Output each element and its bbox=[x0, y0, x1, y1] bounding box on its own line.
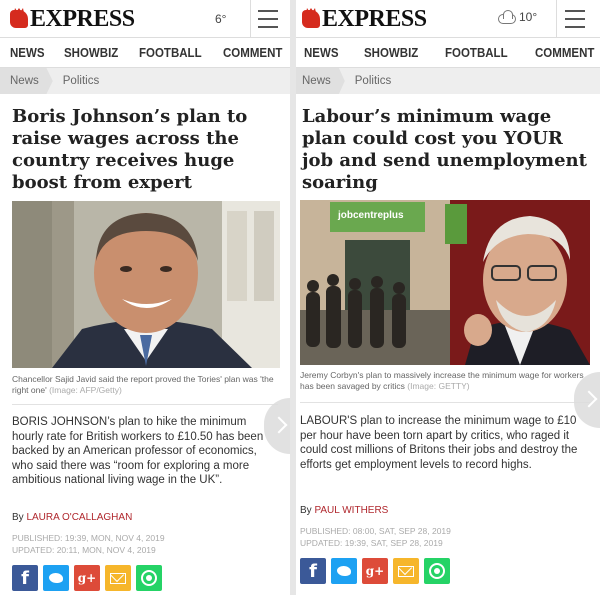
email-icon[interactable] bbox=[105, 565, 131, 591]
weather-widget[interactable]: 6° bbox=[215, 12, 226, 26]
whatsapp-icon[interactable] bbox=[424, 558, 450, 584]
section-nav: NEWS SHOWBIZ FOOTBALL COMMENT bbox=[0, 38, 290, 68]
photo-caption: Jeremy Corbyn's plan to massively increa… bbox=[300, 370, 584, 391]
logo-text: EXPRESS bbox=[322, 6, 427, 32]
published-timestamp: PUBLISHED: 08:00, Sat, Sep 28, 2019 bbox=[300, 526, 451, 536]
article-photo-sajid-javid bbox=[12, 201, 280, 368]
jobcentre-scene-image bbox=[300, 200, 590, 365]
image-credit: (Image: GETTY) bbox=[407, 381, 470, 391]
twitter-icon[interactable] bbox=[331, 558, 357, 584]
whatsapp-icon[interactable] bbox=[136, 565, 162, 591]
temperature: 10° bbox=[519, 10, 538, 24]
hamburger-menu-icon bbox=[258, 10, 278, 28]
breadcrumb-news[interactable]: News bbox=[0, 68, 53, 94]
masthead: EXPRESS 10° bbox=[296, 0, 600, 38]
updated-timestamp: UPDATED: 20:11, Mon, Nov 4, 2019 bbox=[12, 545, 156, 555]
nav-football[interactable]: FOOTBALL bbox=[139, 46, 202, 60]
crusader-crest-icon bbox=[302, 8, 320, 30]
cloud-sun-icon bbox=[496, 10, 516, 24]
breadcrumb-politics[interactable]: Politics bbox=[345, 75, 391, 87]
nav-comment[interactable]: COMMENT bbox=[223, 46, 282, 60]
express-logo[interactable]: EXPRESS bbox=[302, 6, 427, 32]
menu-button[interactable] bbox=[556, 0, 590, 38]
article-headline: Boris Johnson’s plan to raise wages acro… bbox=[12, 106, 248, 193]
nav-comment[interactable]: COMMENT bbox=[535, 46, 594, 60]
article-lede: LABOUR'S plan to increase the minimum wa… bbox=[300, 415, 578, 471]
facebook-icon[interactable]: f bbox=[300, 558, 326, 584]
email-icon[interactable] bbox=[393, 558, 419, 584]
crusader-crest-icon bbox=[10, 8, 28, 30]
share-bar: f g+ bbox=[12, 565, 162, 591]
nav-showbiz[interactable]: SHOWBIZ bbox=[364, 46, 418, 60]
updated-timestamp: UPDATED: 19:39, Sat, Sep 28, 2019 bbox=[300, 538, 443, 548]
author-link[interactable]: LAURA O'CALLAGHAN bbox=[26, 512, 132, 523]
left-article-screenshot: EXPRESS 6° NEWS SHOWBIZ FOOTBALL COMMENT… bbox=[0, 0, 290, 595]
hamburger-menu-icon bbox=[565, 10, 585, 28]
twitter-icon[interactable] bbox=[43, 565, 69, 591]
author-link[interactable]: PAUL WITHERS bbox=[314, 505, 388, 516]
section-nav: NEWS SHOWBIZ FOOTBALL COMMENT bbox=[296, 38, 600, 68]
facebook-icon[interactable]: f bbox=[12, 565, 38, 591]
breadcrumb-politics[interactable]: Politics bbox=[53, 75, 99, 87]
divider bbox=[300, 402, 590, 403]
nav-showbiz[interactable]: SHOWBIZ bbox=[64, 46, 118, 60]
nav-football[interactable]: FOOTBALL bbox=[445, 46, 508, 60]
share-bar: f g+ bbox=[300, 558, 450, 584]
express-logo[interactable]: EXPRESS bbox=[10, 6, 135, 32]
published-timestamp: PUBLISHED: 19:39, Mon, Nov 4, 2019 bbox=[12, 533, 165, 543]
nav-news[interactable]: NEWS bbox=[10, 46, 45, 60]
breadcrumb: News Politics bbox=[296, 68, 600, 94]
menu-button[interactable] bbox=[250, 0, 284, 38]
article-headline: Labour’s minimum wage plan could cost yo… bbox=[302, 106, 587, 193]
weather-widget[interactable]: 10° bbox=[496, 10, 537, 24]
google-plus-icon[interactable]: g+ bbox=[74, 565, 100, 591]
breadcrumb: News Politics bbox=[0, 68, 290, 94]
portrait-image bbox=[12, 201, 280, 368]
google-plus-icon[interactable]: g+ bbox=[362, 558, 388, 584]
right-article-screenshot: EXPRESS 10° NEWS SHOWBIZ FOOTBALL COMMEN… bbox=[296, 0, 600, 595]
byline: By LAURA O'CALLAGHAN bbox=[12, 512, 133, 523]
masthead: EXPRESS 6° bbox=[0, 0, 290, 38]
temperature: 6° bbox=[215, 12, 227, 26]
article-lede: BORIS JOHNSON’s plan to hike the minimum… bbox=[12, 416, 264, 486]
nav-news[interactable]: NEWS bbox=[304, 46, 339, 60]
jobcentre-sign: jobcentreplus bbox=[338, 210, 404, 221]
logo-text: EXPRESS bbox=[30, 6, 135, 32]
divider bbox=[12, 404, 278, 405]
byline: By PAUL WITHERS bbox=[300, 505, 389, 516]
photo-caption: Chancellor Sajid Javid said the report p… bbox=[12, 374, 274, 395]
breadcrumb-news[interactable]: News bbox=[296, 68, 345, 94]
image-credit: (Image: AFP/Getty) bbox=[49, 385, 122, 395]
article-photo-jeremy-corbyn: jobcentreplus bbox=[300, 200, 590, 365]
